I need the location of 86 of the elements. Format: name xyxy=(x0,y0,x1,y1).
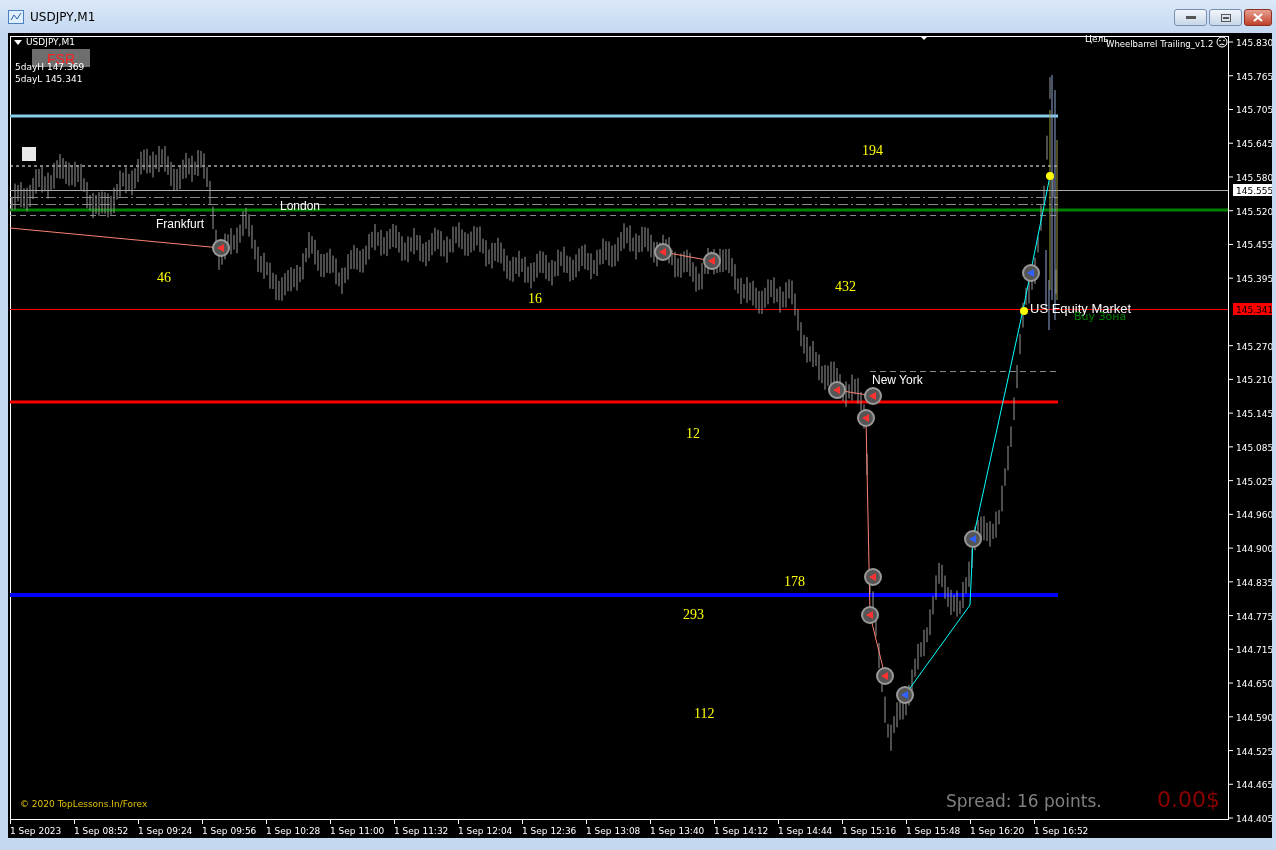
time-tick: 1 Sep 09:24 xyxy=(138,826,193,836)
price-tick: 144.835 xyxy=(1236,577,1272,588)
time-tick: 1 Sep 15:48 xyxy=(906,826,961,836)
price-tick: 145.145 xyxy=(1236,409,1272,420)
symbol-label: USDJPY,M1 xyxy=(26,37,75,47)
price-tick: 144.590 xyxy=(1236,712,1272,723)
trade-marker-icon xyxy=(876,667,894,685)
trade-marker-icon xyxy=(857,409,875,427)
price-tick: 144.525 xyxy=(1236,746,1272,757)
time-tick: 1 Sep 09:56 xyxy=(202,826,257,836)
close-icon xyxy=(1253,13,1263,22)
target-label: Цель xyxy=(1085,34,1109,44)
time-tick: 1 Sep 14:12 xyxy=(714,826,769,836)
dot-icon xyxy=(1046,172,1054,180)
collapse-triangle-icon[interactable] xyxy=(14,40,22,45)
minimize-button[interactable] xyxy=(1174,9,1207,26)
time-tick: 1 Sep 15:16 xyxy=(842,826,897,836)
close-button[interactable] xyxy=(1244,9,1272,26)
dot-icon xyxy=(1020,307,1028,315)
range-count: 178 xyxy=(784,574,805,589)
price-tick: 144.900 xyxy=(1236,544,1272,555)
range-count: 194 xyxy=(862,143,883,158)
time-tick: 1 Sep 11:00 xyxy=(330,826,385,836)
time-tick: 1 Sep 08:52 xyxy=(74,826,129,836)
price-tick: 145.580 xyxy=(1236,172,1272,183)
info-line: 5dayL 145.341 xyxy=(15,74,83,84)
expert-name: Wheelbarrel Trailing_v1.2 xyxy=(1106,39,1214,49)
time-tick: 1 Sep 16:52 xyxy=(1034,826,1089,836)
trade-marker-icon xyxy=(703,252,721,270)
range-count: 432 xyxy=(835,279,856,294)
range-count: 46 xyxy=(157,270,171,285)
trade-marker-icon xyxy=(896,686,914,704)
time-tick: 1 Sep 2023 xyxy=(10,826,62,836)
trade-marker-icon xyxy=(212,239,230,257)
price-tick: 144.775 xyxy=(1236,611,1272,622)
trade-marker-icon xyxy=(864,387,882,405)
price-tick: 145.210 xyxy=(1236,375,1272,386)
price-tick: 145.520 xyxy=(1236,206,1272,217)
session-label: New York xyxy=(872,373,923,387)
session-label: London xyxy=(280,199,321,213)
session-label: Frankfurt xyxy=(156,217,204,231)
price-tick: 144.960 xyxy=(1236,510,1272,521)
trade-marker-icon xyxy=(1022,264,1040,282)
price-tick: 145.705 xyxy=(1236,105,1272,116)
time-tick: 1 Sep 11:32 xyxy=(394,826,449,836)
trade-marker-icon xyxy=(654,243,672,261)
price-tick: 144.650 xyxy=(1236,679,1272,690)
price-tag: 145.555 xyxy=(1233,184,1272,196)
time-tick: 1 Sep 13:08 xyxy=(586,826,641,836)
chart-window-icon xyxy=(8,9,24,24)
price-tick: 145.395 xyxy=(1236,274,1272,285)
spread-text: Spread: 16 points. xyxy=(946,791,1102,811)
info-line: 5dayH 147.369 xyxy=(15,62,85,72)
time-tick: 1 Sep 10:28 xyxy=(266,826,321,836)
minimize-icon xyxy=(1185,15,1196,20)
trade-marker-icon xyxy=(828,381,846,399)
price-tick: 145.645 xyxy=(1236,139,1272,150)
price-tick: 145.085 xyxy=(1236,442,1272,453)
price-tick: 145.830 xyxy=(1236,38,1272,48)
trade-marker-icon xyxy=(864,568,882,586)
price-tick: 144.715 xyxy=(1236,645,1272,656)
copyright-text: © 2020 TopLessons.In/Forex xyxy=(20,799,148,809)
time-tick: 1 Sep 13:40 xyxy=(650,826,705,836)
range-count: 293 xyxy=(683,607,704,622)
range-count: 12 xyxy=(686,426,700,441)
price-tick: 144.405 xyxy=(1236,814,1272,824)
square-marker-icon[interactable] xyxy=(22,147,36,161)
trade-marker-icon xyxy=(964,530,982,548)
price-tick: 145.025 xyxy=(1236,476,1272,487)
time-tick: 1 Sep 12:04 xyxy=(458,826,513,836)
time-tick: 1 Sep 12:36 xyxy=(522,826,577,836)
profit-text: 0.00$ xyxy=(1157,787,1220,812)
price-tag: 145.341 xyxy=(1233,303,1272,315)
triangle-marker-icon xyxy=(920,36,928,40)
price-tick: 145.270 xyxy=(1236,341,1272,352)
time-tick: 1 Sep 16:20 xyxy=(970,826,1025,836)
range-count: 16 xyxy=(528,291,542,306)
range-count: 112 xyxy=(694,706,715,721)
price-tick: 144.465 xyxy=(1236,780,1272,791)
price-tick: 145.765 xyxy=(1236,71,1272,82)
trade-marker-icon xyxy=(861,606,879,624)
restore-icon xyxy=(1220,13,1231,22)
time-tick: 1 Sep 14:44 xyxy=(778,826,833,836)
restore-button[interactable] xyxy=(1209,9,1242,26)
window-title: USDJPY,M1 xyxy=(30,9,96,24)
price-tick: 145.455 xyxy=(1236,240,1272,251)
